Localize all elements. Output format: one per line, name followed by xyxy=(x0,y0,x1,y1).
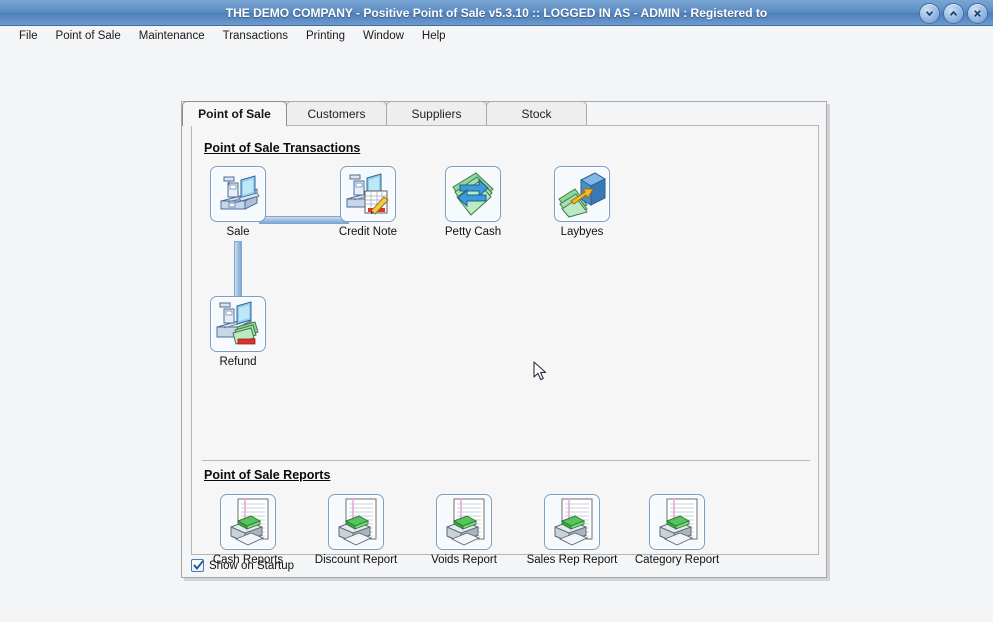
tile-category-report[interactable]: Category Report xyxy=(631,494,723,567)
reports-section-title: Point of Sale Reports xyxy=(204,468,331,482)
tab-label: Suppliers xyxy=(411,106,462,121)
tab-label: Point of Sale xyxy=(198,107,271,121)
tile-laybyes[interactable]: Laybyes xyxy=(536,166,628,239)
banknotes-box-icon xyxy=(554,166,610,222)
printer-report-icon xyxy=(436,494,492,550)
mouse-cursor xyxy=(533,361,549,387)
tab-suppliers[interactable]: Suppliers xyxy=(386,101,487,125)
menu-item-transactions[interactable]: Transactions xyxy=(214,27,297,45)
printer-report-icon xyxy=(220,494,276,550)
tab-point-of-sale[interactable]: Point of Sale xyxy=(182,101,287,126)
menu-item-help[interactable]: Help xyxy=(413,27,455,45)
tile-label: Discount Report xyxy=(314,554,398,566)
tab-stock[interactable]: Stock xyxy=(486,101,587,125)
menu-item-point-of-sale[interactable]: Point of Sale xyxy=(47,27,130,45)
close-button[interactable] xyxy=(967,3,988,24)
menu-item-window[interactable]: Window xyxy=(354,27,413,45)
application-window: THE DEMO COMPANY - Positive Point of Sal… xyxy=(0,0,993,622)
tab-content-point-of-sale: Point of Sale Transactions Sale Credit N… xyxy=(191,125,819,566)
tile-sales-rep-report[interactable]: Sales Rep Report xyxy=(526,494,618,567)
minimize-button[interactable] xyxy=(919,3,940,24)
cash-register-document-icon xyxy=(340,166,396,222)
point-of-sale-panel: Point of Sale Customers Suppliers Stock … xyxy=(181,101,827,578)
tile-discount-report[interactable]: Discount Report xyxy=(310,494,402,567)
tab-customers[interactable]: Customers xyxy=(286,101,387,125)
window-controls xyxy=(919,3,988,24)
window-title: THE DEMO COMPANY - Positive Point of Sal… xyxy=(225,6,768,20)
menu-item-file[interactable]: File xyxy=(10,27,47,45)
printer-report-icon xyxy=(649,494,705,550)
tile-sale[interactable]: Sale xyxy=(192,166,284,239)
transactions-section-title: Point of Sale Transactions xyxy=(204,141,361,155)
tile-petty-cash[interactable]: Petty Cash xyxy=(427,166,519,239)
show-on-startup-control[interactable]: Show on Startup xyxy=(191,559,294,572)
tile-label: Credit Note xyxy=(338,226,398,238)
tab-label: Stock xyxy=(521,106,552,121)
cash-register-money-icon xyxy=(210,296,266,352)
banknotes-exchange-icon xyxy=(445,166,501,222)
tile-refund[interactable]: Refund xyxy=(192,296,284,369)
tile-label: Petty Cash xyxy=(444,226,502,238)
tile-label: Voids Report xyxy=(431,554,497,566)
printer-report-icon xyxy=(328,494,384,550)
tile-label: Sales Rep Report xyxy=(526,554,618,566)
section-divider xyxy=(202,460,810,461)
menu-bar: File Point of Sale Maintenance Transacti… xyxy=(0,26,993,46)
menu-item-maintenance[interactable]: Maintenance xyxy=(130,27,214,45)
tile-cash-reports[interactable]: Cash Reports xyxy=(202,494,294,567)
restore-button[interactable] xyxy=(943,3,964,24)
cash-register-icon xyxy=(210,166,266,222)
tile-label: Laybyes xyxy=(560,226,604,238)
show-on-startup-checkbox[interactable] xyxy=(191,559,204,572)
printer-report-icon xyxy=(544,494,600,550)
tile-label: Sale xyxy=(226,226,250,238)
tab-strip: Point of Sale Customers Suppliers Stock xyxy=(182,101,828,126)
menu-item-printing[interactable]: Printing xyxy=(297,27,354,45)
tab-label: Customers xyxy=(307,106,366,121)
tile-label: Category Report xyxy=(634,554,720,566)
show-on-startup-label: Show on Startup xyxy=(209,559,295,572)
title-bar: THE DEMO COMPANY - Positive Point of Sal… xyxy=(0,0,993,26)
tile-credit-note[interactable]: Credit Note xyxy=(322,166,414,239)
tile-label: Refund xyxy=(219,356,257,368)
tile-voids-report[interactable]: Voids Report xyxy=(418,494,510,567)
